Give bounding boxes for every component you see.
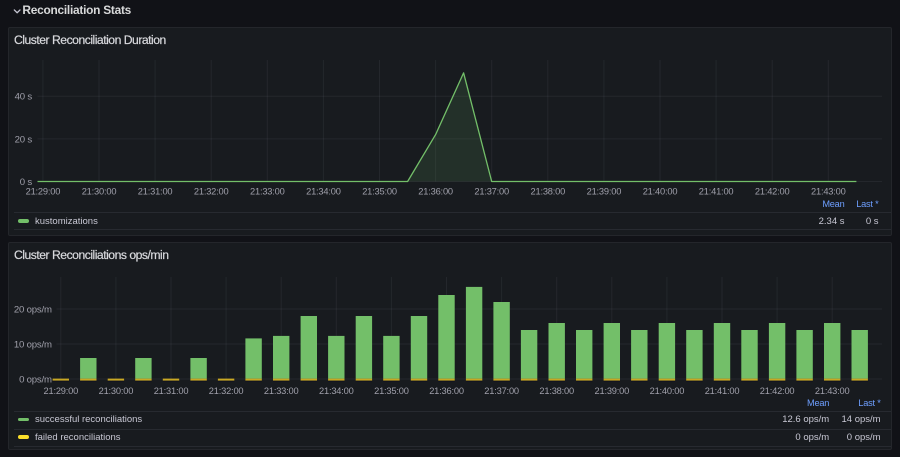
svg-text:21:29:00: 21:29:00 <box>44 386 79 396</box>
svg-text:21:38:00: 21:38:00 <box>539 386 574 396</box>
svg-text:21:40:00: 21:40:00 <box>643 186 678 196</box>
svg-text:20 s: 20 s <box>15 134 33 145</box>
svg-text:40 s: 40 s <box>15 92 33 103</box>
svg-text:0 ops/m: 0 ops/m <box>19 374 52 385</box>
svg-text:21:43:00: 21:43:00 <box>815 386 850 396</box>
svg-text:21:34:00: 21:34:00 <box>306 186 341 196</box>
svg-text:21:36:00: 21:36:00 <box>429 386 464 396</box>
svg-text:21:31:00: 21:31:00 <box>138 186 173 196</box>
svg-text:21:39:00: 21:39:00 <box>587 186 622 196</box>
svg-text:21:35:00: 21:35:00 <box>362 186 397 196</box>
svg-text:10 ops/m: 10 ops/m <box>14 339 52 350</box>
svg-text:21:39:00: 21:39:00 <box>595 386 630 396</box>
svg-text:21:36:00: 21:36:00 <box>418 186 453 196</box>
svg-text:21:37:00: 21:37:00 <box>484 386 519 396</box>
svg-text:21:33:00: 21:33:00 <box>250 186 285 196</box>
svg-text:21:42:00: 21:42:00 <box>755 186 790 196</box>
svg-text:21:32:00: 21:32:00 <box>209 386 244 396</box>
svg-text:21:29:00: 21:29:00 <box>26 186 61 196</box>
svg-text:21:32:00: 21:32:00 <box>194 186 229 196</box>
svg-text:20 ops/m: 20 ops/m <box>14 304 52 315</box>
svg-text:21:37:00: 21:37:00 <box>474 186 509 196</box>
svg-text:21:43:00: 21:43:00 <box>811 186 846 196</box>
svg-text:21:34:00: 21:34:00 <box>319 386 354 396</box>
svg-text:21:41:00: 21:41:00 <box>705 386 740 396</box>
svg-text:21:35:00: 21:35:00 <box>374 386 409 396</box>
svg-text:21:31:00: 21:31:00 <box>154 386 189 396</box>
svg-text:21:30:00: 21:30:00 <box>82 186 117 196</box>
svg-text:21:38:00: 21:38:00 <box>531 186 566 196</box>
svg-text:21:41:00: 21:41:00 <box>699 186 734 196</box>
svg-text:21:40:00: 21:40:00 <box>650 386 685 396</box>
svg-text:21:42:00: 21:42:00 <box>760 386 795 396</box>
svg-text:21:30:00: 21:30:00 <box>99 386 134 396</box>
svg-text:21:33:00: 21:33:00 <box>264 386 299 396</box>
